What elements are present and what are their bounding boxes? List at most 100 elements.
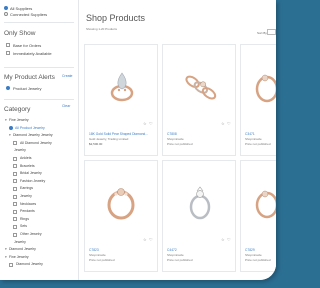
category-checkbox[interactable] [13, 209, 17, 214]
product-card[interactable]: ☆ ♡ C4472 Shopmiracle Price not published [162, 160, 236, 272]
product-card[interactable]: ☆ ♡ 18K Gold Solid Pear Shaped Diamond... G… [84, 44, 158, 156]
product-price: Price not published [167, 257, 193, 262]
category-checkbox[interactable] [13, 194, 17, 199]
category-item-label[interactable]: Anklets [20, 156, 31, 161]
connected-suppliers-radio[interactable] [4, 12, 8, 16]
product-supplier: Gold Jewelry, Trading Limited [89, 137, 129, 141]
category-item-label[interactable]: Other Jewelry [20, 232, 42, 237]
category-checkbox[interactable] [13, 179, 17, 184]
category-checkbox[interactable] [13, 202, 17, 207]
sort-label: Sort By [257, 31, 267, 35]
divider [4, 22, 74, 23]
heart-icon[interactable]: ♡ [149, 121, 153, 126]
sort-dropdown[interactable] [267, 29, 276, 35]
create-alert-link[interactable]: Create [62, 74, 73, 78]
category-checkbox[interactable] [13, 186, 17, 191]
only-show-label-1: Base for Orders [13, 42, 42, 48]
category-checkbox[interactable] [13, 224, 17, 229]
product-name[interactable]: 18K Gold Solid Pear Shaped Diamond... [89, 132, 148, 136]
page-title: Shop Products [86, 13, 146, 23]
product-price: Price not published [89, 257, 115, 262]
favorite-icon[interactable]: ☆ [221, 121, 225, 126]
product-alert-label: Product Jewelry [13, 85, 42, 91]
all-suppliers-label: All Suppliers [10, 6, 33, 11]
category-item-label[interactable]: Fashion Jewelry [20, 179, 45, 184]
product-supplier: Shopmiracle [245, 253, 262, 257]
category-checkbox[interactable] [13, 164, 17, 169]
category-item-label[interactable]: Jewelry [20, 194, 32, 199]
category-checkbox[interactable] [13, 217, 17, 222]
category-item-label[interactable]: Diamond Jewelry Jewelry [13, 133, 53, 138]
category-item-label[interactable]: Fine Jewelry [9, 118, 29, 123]
category-item-label[interactable]: All Product Jewelry [15, 126, 45, 131]
category-item-label[interactable]: Diamond Jewelry [16, 262, 43, 267]
product-supplier: Shopmiracle [245, 137, 262, 141]
product-image[interactable] [85, 45, 157, 129]
favorite-icon[interactable]: ☆ [143, 121, 147, 126]
filter-sidebar: All Suppliers Connected Suppliers Only S… [0, 0, 79, 280]
product-image[interactable] [241, 45, 276, 129]
divider [4, 67, 74, 68]
product-name[interactable]: C7823 [89, 248, 99, 252]
favorite-icon[interactable]: ☆ [143, 237, 147, 242]
product-image[interactable] [163, 45, 235, 129]
product-price: Price not published [245, 257, 271, 262]
category-item-label[interactable]: Pendants [20, 209, 35, 214]
category-item-label[interactable]: Bracelets [20, 164, 35, 169]
product-alert-radio[interactable] [6, 86, 10, 90]
category-item-label[interactable]: Bridal Jewelry [20, 171, 42, 176]
product-name[interactable]: C3471 [245, 132, 255, 136]
product-supplier: Shopmiracle [89, 253, 106, 257]
only-show-check-2[interactable] [6, 51, 10, 55]
category-item-label: Jewelry [14, 239, 26, 244]
category-item-label[interactable]: Diamond Jewelry [9, 247, 36, 252]
product-image[interactable] [241, 161, 276, 245]
category-checkbox[interactable] [13, 232, 17, 237]
category-radio[interactable] [9, 126, 13, 131]
heart-icon[interactable]: ♡ [149, 237, 153, 242]
expand-caret-icon[interactable]: ▾ [5, 255, 7, 259]
product-price: Price not published [167, 141, 193, 146]
only-show-heading: Only Show [4, 30, 36, 37]
product-price: $2,500.00 [89, 141, 103, 146]
product-supplier: Shopmiracle [167, 253, 184, 257]
divider [4, 99, 74, 100]
product-name[interactable]: C4472 [167, 248, 177, 252]
category-item-label[interactable]: Earrings [20, 186, 33, 191]
result-count: Showing 1-20 Products [86, 27, 118, 31]
app-window: All Suppliers Connected Suppliers Only S… [0, 0, 276, 280]
product-card[interactable]: ☆ ♡ C7808 Shopmiracle Price not published [162, 44, 236, 156]
category-item-label[interactable]: Necklaces [20, 202, 36, 207]
product-card[interactable]: ☆♡C3471ShopmiraclePrice not published [240, 44, 276, 156]
clear-category-link[interactable]: Clear [62, 104, 70, 108]
expand-caret-icon[interactable]: ▾ [5, 247, 7, 251]
category-item-label[interactable]: All Diamond Jewelry [20, 141, 52, 146]
product-image[interactable] [85, 161, 157, 245]
main-content: Shop Products Showing 1-20 Products Sort… [80, 0, 276, 280]
product-supplier: Shopmiracle [167, 137, 184, 141]
only-show-label-2: Immediately Available [13, 50, 52, 56]
product-price: Price not published [245, 141, 271, 146]
category-checkbox[interactable] [13, 141, 17, 146]
only-show-check-1[interactable] [6, 43, 10, 47]
category-item-label: Jewelry [14, 148, 26, 153]
all-suppliers-radio[interactable] [4, 6, 8, 10]
category-checkbox[interactable] [13, 156, 17, 161]
category-checkbox[interactable] [13, 171, 17, 176]
category-checkbox[interactable] [9, 262, 13, 267]
product-image[interactable] [163, 161, 235, 245]
product-card[interactable]: ☆♡C7829ShopmiraclePrice not published [240, 160, 276, 272]
category-item-label[interactable]: Rings [20, 217, 29, 222]
heart-icon[interactable]: ♡ [227, 237, 231, 242]
product-alerts-heading: My Product Alerts [4, 74, 55, 81]
connected-suppliers-label: Connected Suppliers [10, 12, 48, 17]
expand-caret-icon[interactable]: ▾ [9, 133, 11, 137]
expand-caret-icon[interactable]: ▾ [5, 118, 7, 122]
category-item-label[interactable]: Fine Jewelry [9, 255, 29, 260]
heart-icon[interactable]: ♡ [227, 121, 231, 126]
category-item-label[interactable]: Sets [20, 224, 27, 229]
favorite-icon[interactable]: ☆ [221, 237, 225, 242]
product-name[interactable]: C7808 [167, 132, 177, 136]
product-name[interactable]: C7829 [245, 248, 255, 252]
product-card[interactable]: ☆ ♡ C7823 Shopmiracle Price not published [84, 160, 158, 272]
